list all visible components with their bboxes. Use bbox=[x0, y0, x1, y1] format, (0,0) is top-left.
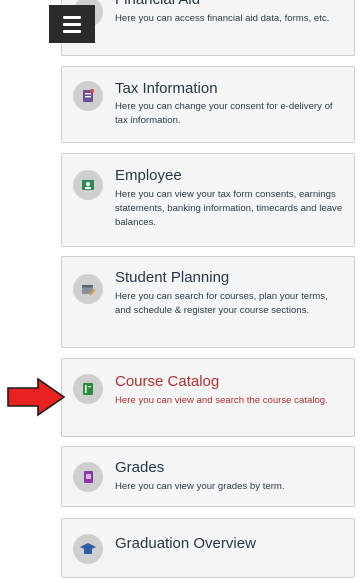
tax-document-icon bbox=[73, 81, 103, 111]
card-title: Student Planning bbox=[115, 269, 230, 286]
card-title: Grades bbox=[115, 459, 165, 476]
card-graduation-overview[interactable]: Graduation Overview bbox=[61, 518, 355, 578]
card-employee[interactable]: Employee Here you can view your tax form… bbox=[61, 153, 355, 247]
card-title: Graduation Overview bbox=[115, 535, 256, 552]
calendar-edit-icon bbox=[73, 274, 103, 304]
card-title: Financial Aid bbox=[115, 0, 200, 8]
hamburger-icon-bar bbox=[63, 15, 81, 19]
card-description: Here you can view your tax form consents… bbox=[115, 189, 343, 228]
catalog-book-icon bbox=[73, 374, 103, 404]
card-description: Here you can change your consent for e-d… bbox=[115, 101, 333, 126]
card-grades[interactable]: Grades Here you can view your grades by … bbox=[61, 446, 355, 507]
card-student-planning[interactable]: Student Planning Here you can search for… bbox=[61, 256, 355, 348]
card-description: Here you can access financial aid data, … bbox=[115, 13, 330, 24]
menu-button[interactable] bbox=[49, 5, 95, 43]
card-title: Employee bbox=[115, 167, 182, 184]
card-description: Here you can search for courses, plan yo… bbox=[115, 291, 328, 316]
red-arrow-icon bbox=[7, 377, 66, 417]
card-title: Course Catalog bbox=[115, 373, 220, 390]
grades-book-icon bbox=[73, 462, 103, 492]
card-tax-information[interactable]: Tax Information Here you can change your… bbox=[61, 66, 355, 143]
graduation-cap-icon bbox=[73, 534, 103, 564]
hamburger-icon-bar bbox=[63, 22, 81, 26]
card-financial-aid[interactable]: Financial Aid Here you can access financ… bbox=[61, 0, 355, 56]
card-description: Here you can view and search the course … bbox=[115, 395, 328, 406]
hamburger-icon-bar bbox=[63, 29, 81, 33]
card-description: Here you can view your grades by term. bbox=[115, 481, 285, 492]
card-course-catalog[interactable]: Course Catalog Here you can view and sea… bbox=[61, 358, 355, 437]
card-title: Tax Information bbox=[115, 80, 218, 97]
employee-badge-icon bbox=[73, 170, 103, 200]
